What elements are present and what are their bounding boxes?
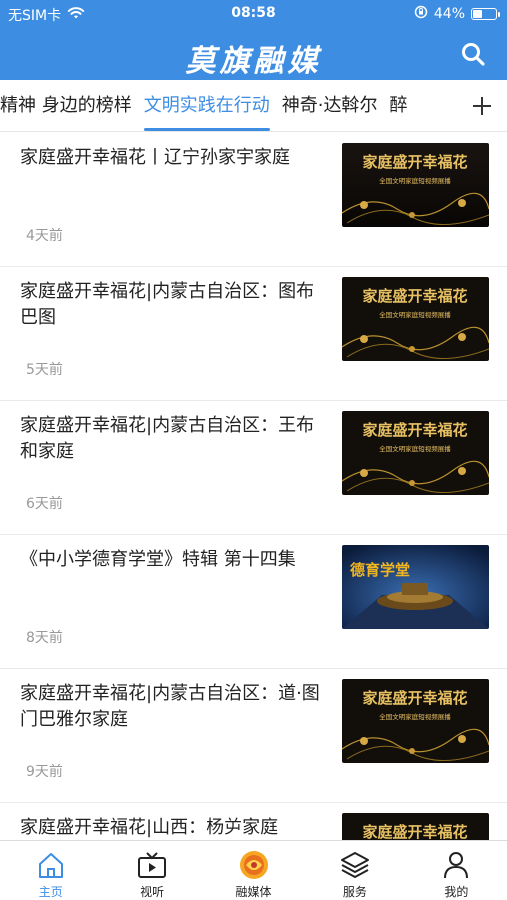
battery-icon	[471, 8, 500, 20]
item-thumbnail: 家庭盛开幸福花 全国文明家庭短视频展播	[342, 277, 489, 361]
status-bar: 无SIM卡 08:58 44%	[0, 0, 507, 28]
nav-media-label: 融媒体	[235, 885, 272, 899]
nav-media[interactable]: 融媒体	[203, 841, 304, 900]
list-item[interactable]: 家庭盛开幸福花|内蒙古自治区：图布巴图 5天前 家庭盛开幸福花 全国文明家庭短视…	[0, 267, 507, 401]
app-header: 无SIM卡 08:58 44% 莫旗融媒	[0, 0, 507, 80]
nav-home[interactable]: 主页	[0, 841, 101, 900]
search-icon	[462, 43, 485, 66]
nav-video-label: 视听	[140, 885, 165, 899]
item-thumbnail: 家庭盛开幸福花	[342, 813, 489, 840]
banner-title: 家庭盛开幸福花	[362, 287, 467, 305]
add-channel-button[interactable]	[457, 80, 507, 131]
list-item[interactable]: 家庭盛开幸福花|内蒙古自治区：王布和家庭 6天前 家庭盛开幸福花 全国文明家庭短…	[0, 401, 507, 535]
list-item[interactable]: 家庭盛开幸福花|内蒙古自治区：道·图门巴雅尔家庭 9天前 家庭盛开幸福花 全国文…	[0, 669, 507, 803]
item-time: 4天前	[26, 228, 63, 244]
item-time: 8天前	[26, 630, 63, 646]
banner-subtitle: 全国文明家庭短视频展播	[379, 176, 451, 185]
plus-icon	[473, 97, 491, 115]
list-item[interactable]: 家庭盛开幸福花丨辽宁孙家宇家庭 4天前 家庭盛开幸福花 全国文明家庭短视频展播	[0, 133, 507, 267]
layers-icon	[340, 852, 369, 878]
app-title: 莫旗融媒	[185, 44, 322, 79]
item-thumbnail: 家庭盛开幸福花 全国文明家庭短视频展播	[342, 679, 489, 763]
classroom-banner-title: 德育学堂	[350, 561, 410, 579]
banner-subtitle: 全国文明家庭短视频展播	[379, 444, 451, 453]
item-time: 9天前	[26, 764, 63, 780]
list-item[interactable]: 家庭盛开幸福花|山西：杨屰家庭 家庭盛开幸福花	[0, 803, 507, 840]
active-tab-indicator	[143, 128, 270, 131]
banner-title: 家庭盛开幸福花	[362, 823, 467, 840]
item-thumbnail: 家庭盛开幸福花 全国文明家庭短视频展播	[342, 143, 489, 227]
banner-subtitle: 全国文明家庭短视频展播	[379, 712, 451, 721]
video-icon	[138, 852, 167, 878]
nav-profile[interactable]: 我的	[406, 841, 507, 900]
orientation-lock-icon	[414, 5, 428, 23]
banner-subtitle: 全国文明家庭短视频展播	[379, 310, 451, 319]
nav-video[interactable]: 视听	[101, 841, 202, 900]
item-title: 《中小学德育学堂》特辑 第十四集	[20, 549, 296, 570]
item-title: 家庭盛开幸福花|内蒙古自治区：王布和家庭	[20, 415, 315, 462]
banner-title: 家庭盛开幸福花	[362, 689, 467, 707]
item-title: 家庭盛开幸福花|内蒙古自治区：图布巴图	[20, 281, 315, 328]
item-time: 6天前	[26, 496, 63, 512]
media-logo-icon	[239, 851, 268, 879]
tab-civilization-practice[interactable]: 文明实践在行动	[138, 80, 276, 131]
item-thumbnail: 德育学堂	[342, 545, 489, 629]
list-item[interactable]: 《中小学德育学堂》特辑 第十四集 8天前 德育学堂	[0, 535, 507, 669]
nav-services-label: 服务	[342, 885, 367, 899]
item-thumbnail: 家庭盛开幸福花 全国文明家庭短视频展播	[342, 411, 489, 495]
nav-profile-label: 我的	[444, 885, 469, 899]
banner-title: 家庭盛开幸福花	[362, 421, 467, 439]
nav-home-label: 主页	[38, 885, 63, 899]
home-icon	[38, 853, 63, 878]
item-title: 家庭盛开幸福花|内蒙古自治区：道·图门巴雅尔家庭	[20, 683, 320, 730]
item-time: 5天前	[26, 362, 63, 378]
bottom-navigation: 主页 视听 融媒体 服务 我的	[0, 840, 507, 900]
item-title: 家庭盛开幸福花|山西：杨屰家庭	[20, 817, 279, 838]
tab-daur[interactable]: 神奇·达斡尔	[276, 80, 384, 131]
tab-more-partial[interactable]: 醉	[383, 80, 413, 131]
channel-tabs: 精神 身边的榜样 文明实践在行动 神奇·达斡尔 醉	[0, 80, 507, 132]
person-icon	[444, 852, 469, 879]
news-list: 家庭盛开幸福花丨辽宁孙家宇家庭 4天前 家庭盛开幸福花 全国文明家庭短视频展播 …	[0, 133, 507, 840]
nav-services[interactable]: 服务	[304, 841, 405, 900]
banner-title: 家庭盛开幸福花	[362, 153, 467, 171]
item-title: 家庭盛开幸福花丨辽宁孙家宇家庭	[20, 147, 290, 168]
search-button[interactable]	[459, 40, 487, 68]
battery-percent: 44%	[433, 6, 465, 22]
tab-role-models[interactable]: 精神 身边的榜样	[0, 80, 138, 131]
